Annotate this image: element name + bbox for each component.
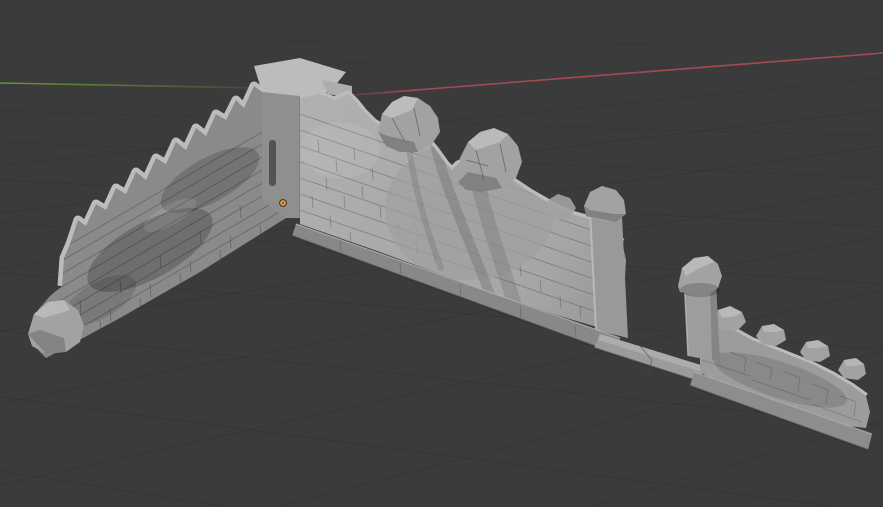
rubble-pillar[interactable] bbox=[678, 256, 722, 362]
left-wall[interactable] bbox=[28, 80, 288, 358]
corner-groove bbox=[269, 140, 276, 186]
wall-top-rock-1 bbox=[378, 96, 440, 152]
corner-face[interactable] bbox=[262, 92, 300, 218]
axis-x-line bbox=[0, 53, 883, 123]
right-ruins[interactable] bbox=[594, 256, 872, 450]
object-origin-point bbox=[280, 200, 287, 207]
model-ruined-wall[interactable] bbox=[28, 58, 872, 450]
viewport-3d[interactable] bbox=[0, 0, 883, 507]
